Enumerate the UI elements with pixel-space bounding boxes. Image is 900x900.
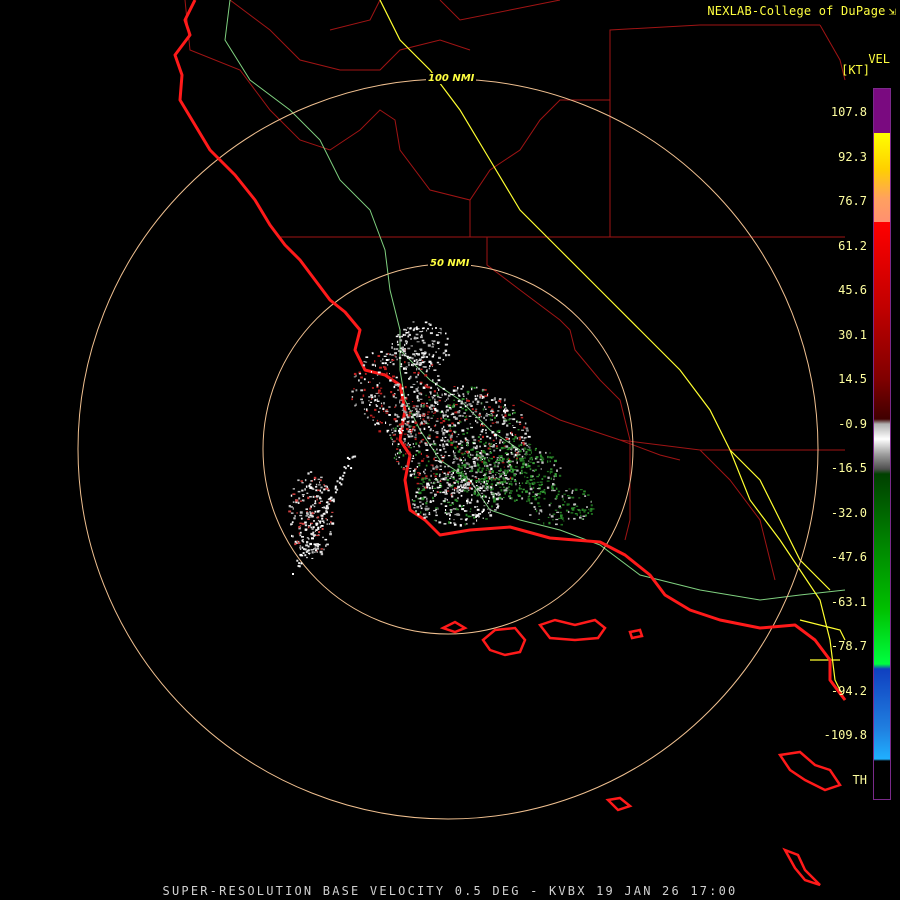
legend-tick: -63.1 [830, 594, 867, 609]
channel-islands [439, 618, 842, 887]
legend-tick: -0.9 [838, 416, 867, 431]
credit-text: NEXLAB-College of DuPage [707, 4, 886, 18]
legend-tick: -78.7 [830, 639, 867, 653]
coastline [173, 0, 847, 701]
legend-tick: -94.2 [830, 683, 867, 698]
legend-tick: -109.8 [823, 728, 867, 742]
legend-tick: 92.3 [838, 149, 867, 164]
radar-map [77, 0, 847, 887]
legend-tick: TH [852, 772, 867, 787]
legend-tick: 107.8 [830, 105, 867, 119]
ring-label-50: 50 NMI [428, 258, 472, 269]
product-footer: SUPER-RESOLUTION BASE VELOCITY 0.5 DEG -… [162, 884, 738, 898]
velocity-colorbar [873, 88, 891, 800]
ring-label-100: 100 NMI [426, 73, 477, 84]
legend-tick: 45.6 [838, 283, 867, 297]
legend-tick: -32.0 [830, 505, 867, 520]
range-ring-50 [262, 263, 634, 635]
interstate [379, 0, 846, 701]
county-boundaries [184, 0, 846, 581]
legend-tick: 61.2 [838, 238, 867, 253]
legend-tick: 14.5 [838, 372, 867, 386]
credit-mark: ⇲ [888, 4, 896, 18]
legend-unit: [KT] [841, 63, 870, 77]
legend-tick: 30.1 [838, 327, 867, 342]
credit-label: NEXLAB-College of DuPage ⇲ [707, 4, 896, 18]
legend-tick: -47.6 [830, 550, 867, 564]
legend-tick: -16.5 [830, 461, 867, 475]
range-rings [77, 78, 819, 820]
legend-tick: 76.7 [838, 194, 867, 208]
range-ring-100 [77, 78, 819, 820]
legend-title: VEL [868, 52, 890, 66]
